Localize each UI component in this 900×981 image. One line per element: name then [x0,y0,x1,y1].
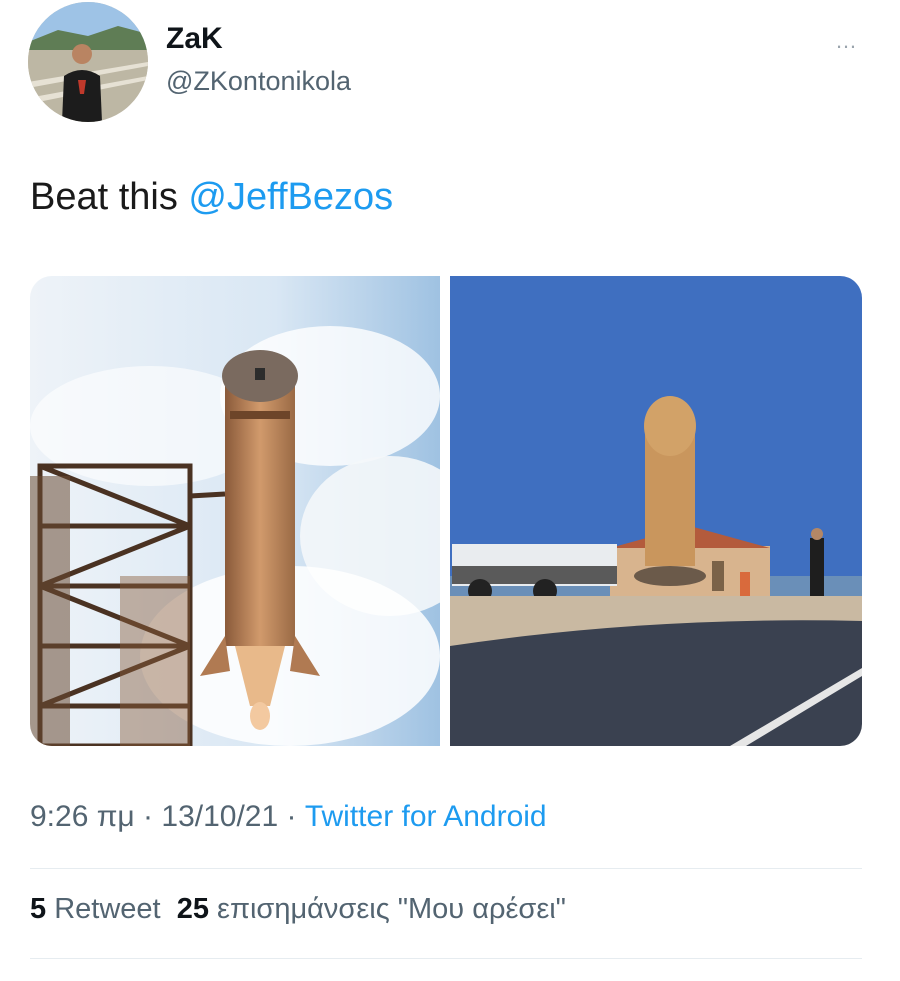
media-image-right[interactable] [450,276,862,746]
tweet-date[interactable]: 13/10/21 [161,800,278,833]
tweet-metadata: 9:26 πμ · 13/10/21 · Twitter for Android [30,800,547,834]
tweet-source-link[interactable]: Twitter for Android [305,800,547,833]
meta-separator: · [278,800,305,833]
display-name[interactable]: ZaK [166,22,223,56]
tweet-header: ZaK @ZKontonikola … [28,0,872,130]
likes-label: επισημάνσεις "Μου αρέσει" [217,893,566,925]
avatar[interactable] [28,2,148,122]
tweet-text-body: Beat this [30,176,189,218]
rocket-launch-image [30,276,440,746]
user-handle[interactable]: @ZKontonikola [166,66,351,97]
retweets-count: 5 [30,893,47,925]
tweet-media[interactable] [30,276,862,746]
divider [30,868,862,869]
more-options-icon[interactable]: … [835,28,858,54]
tweet-text: Beat this @JeffBezos [30,176,393,219]
likes-count: 25 [176,893,209,925]
meta-separator: · [134,800,162,833]
retweets-label: Retweet [54,893,161,925]
retweets-stat[interactable]: 5 Retweet [30,893,161,925]
likes-stat[interactable]: 25 επισημάνσεις "Μου αρέσει" [177,893,566,925]
avatar-photo [28,2,148,122]
tweet-stats: 5 Retweet 25 επισημάνσεις "Μου αρέσει" [30,893,566,926]
mention-link[interactable]: @JeffBezos [188,176,393,218]
tweet-time[interactable]: 9:26 πμ [30,800,135,833]
divider [30,958,862,959]
roadside-statue-image [450,276,862,746]
media-image-left[interactable] [30,276,440,746]
